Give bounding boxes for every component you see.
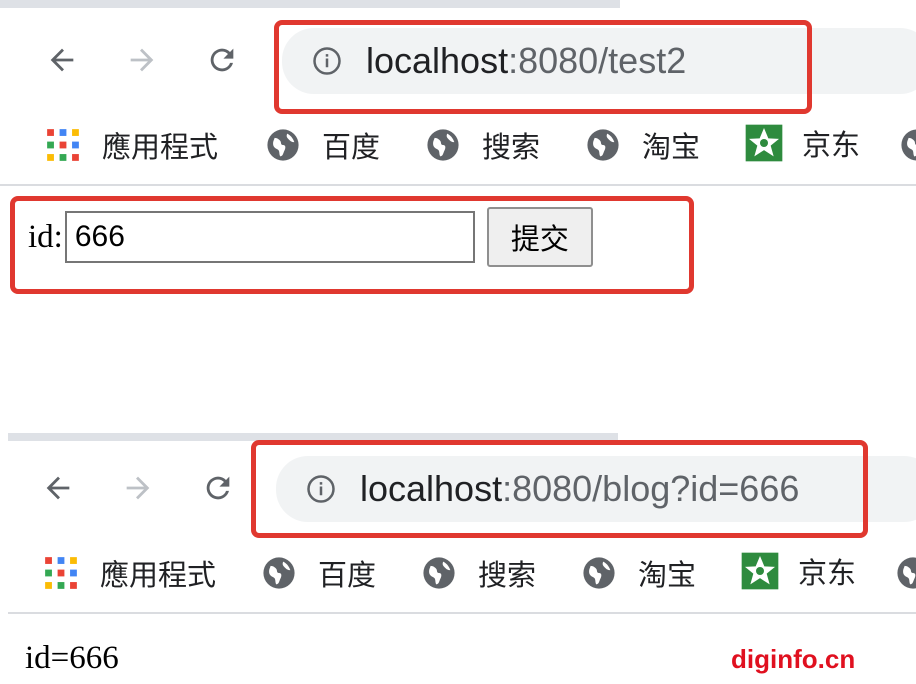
forward-button[interactable] <box>122 40 162 80</box>
bookmark-taobao[interactable]: 淘宝 <box>586 124 700 166</box>
forward-button[interactable] <box>118 468 158 508</box>
globe-icon <box>423 557 455 589</box>
url-highlight-box <box>251 440 868 538</box>
bookmark-apps[interactable]: 應用程式 <box>44 552 216 594</box>
reload-icon <box>206 476 230 500</box>
globe-icon <box>267 129 299 161</box>
overflow-globe-partial[interactable] <box>900 128 916 162</box>
bookmark-search[interactable]: 搜索 <box>422 552 536 594</box>
back-button[interactable] <box>42 40 82 80</box>
jd-star-icon <box>745 124 783 162</box>
globe-icon <box>901 129 916 161</box>
bookmarks-bar: 應用程式 百度 搜索 淘宝 京东 <box>0 546 916 598</box>
bookmark-label: 京东 <box>802 130 861 162</box>
bookmark-apps[interactable]: 應用程式 <box>46 124 218 166</box>
apps-grid-icon <box>45 557 77 589</box>
bookmark-label: 應用程式 <box>100 560 217 592</box>
overflow-globe-partial[interactable] <box>896 556 916 590</box>
bookmark-label: 淘宝 <box>642 132 701 164</box>
forward-arrow-icon <box>130 48 154 72</box>
bookmark-taobao[interactable]: 淘宝 <box>582 552 696 594</box>
form-highlight-box <box>10 196 694 294</box>
reload-icon <box>210 48 234 72</box>
globe-icon <box>897 557 916 589</box>
bookmark-label: 搜索 <box>482 132 541 164</box>
bookmark-label: 搜索 <box>478 560 537 592</box>
back-arrow-icon <box>46 476 70 500</box>
tabstrip-top <box>0 0 620 8</box>
bookmark-label: 京东 <box>798 558 857 590</box>
bookmark-label: 應用程式 <box>102 132 219 164</box>
bookmark-baidu[interactable]: 百度 <box>266 124 380 166</box>
toolbar-divider <box>8 612 916 614</box>
globe-icon <box>587 129 619 161</box>
reload-button[interactable] <box>202 40 242 80</box>
bookmark-label: 百度 <box>318 560 377 592</box>
bookmark-baidu[interactable]: 百度 <box>262 552 376 594</box>
bookmark-search[interactable]: 搜索 <box>426 124 540 166</box>
watermark: diginfo.cn <box>731 644 856 674</box>
url-highlight-box <box>274 20 812 114</box>
result-text: id=666 <box>25 640 119 676</box>
reload-button[interactable] <box>198 468 238 508</box>
bookmark-jd[interactable]: 京东 <box>740 550 856 592</box>
jd-star-icon <box>741 552 779 590</box>
globe-icon <box>583 557 615 589</box>
bookmark-jd[interactable]: 京东 <box>744 122 860 164</box>
globe-icon <box>427 129 459 161</box>
bookmarks-bar: 應用程式 百度 搜索 淘宝 京东 <box>0 118 916 170</box>
bookmark-label: 淘宝 <box>638 560 697 592</box>
globe-icon <box>263 557 295 589</box>
forward-arrow-icon <box>126 476 150 500</box>
toolbar-divider <box>0 184 916 186</box>
back-arrow-icon <box>50 48 74 72</box>
apps-grid-icon <box>47 129 79 161</box>
bookmark-label: 百度 <box>322 132 381 164</box>
back-button[interactable] <box>38 468 78 508</box>
